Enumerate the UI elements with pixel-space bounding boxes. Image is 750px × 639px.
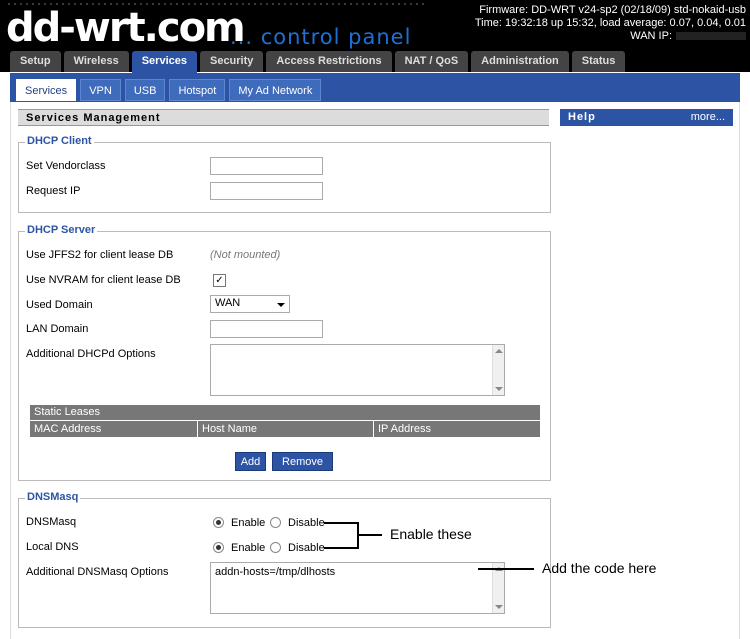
dnsmasq-legend: DNSMasq [25,491,81,503]
main-tabs: Setup Wireless Services Security Access … [10,51,626,73]
local-dns-disable-label: Disable [288,542,325,554]
subtab-vpn[interactable]: VPN [80,79,121,101]
jffs2-label: Use JFFS2 for client lease DB [26,249,174,261]
tab-wireless[interactable]: Wireless [63,51,129,72]
nvram-checkbox[interactable]: ✓ [213,274,226,287]
dnsmasq-options-textarea[interactable]: addn-hosts=/tmp/dlhosts [210,562,505,614]
callout-add-code: Add the code here [542,560,657,576]
callout-enable-these: Enable these [390,526,472,542]
dnsmasq-label: DNSMasq [26,516,77,528]
request-ip-input[interactable] [210,182,323,200]
subtab-usb[interactable]: USB [124,79,166,101]
textarea-scrollbar[interactable] [492,563,504,613]
tab-setup[interactable]: Setup [10,51,61,72]
uptime-text: Time: 19:32:18 up 15:32, load average: 0… [474,17,746,29]
subtab-hotspot[interactable]: Hotspot [169,79,226,101]
vendorclass-label: Set Vendorclass [26,160,106,172]
dnsmasq-options-value: addn-hosts=/tmp/dlhosts [215,566,336,578]
local-dns-disable-radio[interactable] [270,542,281,553]
tab-security[interactable]: Security [199,51,264,72]
subtabs: Services VPN USB Hotspot My Ad Network [16,79,322,101]
callout-pointer-enable [358,534,382,536]
textarea-scrollbar[interactable] [492,345,504,395]
vendorclass-input[interactable] [210,157,323,175]
used-domain-value: WAN [215,297,241,309]
wan-ip-label: WAN IP: [630,30,672,42]
lan-domain-label: LAN Domain [26,323,89,335]
nvram-label: Use NVRAM for client lease DB [26,274,181,286]
add-button[interactable]: Add [235,452,266,471]
column-ip-address: IP Address [374,421,540,437]
jffs2-note: (Not mounted) [210,249,281,261]
wan-ip-redacted [676,32,746,41]
request-ip-label: Request IP [26,185,81,197]
chevron-down-icon [277,303,285,307]
tab-access-restrictions[interactable]: Access Restrictions [266,51,392,72]
logo: dd-wrt.com [6,2,426,48]
help-more-link[interactable]: more... [691,109,725,126]
callout-bracket-bottom [324,547,358,549]
tab-administration[interactable]: Administration [471,51,569,72]
firmware-info: Firmware: DD-WRT v24-sp2 (02/18/09) std-… [475,4,746,43]
local-dns-enable-radio[interactable] [213,542,224,553]
dhcp-server-legend: DHCP Server [25,224,98,236]
control-panel-subtitle: ... control panel [230,25,412,49]
dnsmasq-disable-label: Disable [288,517,325,529]
local-dns-enable-label: Enable [231,542,266,554]
dnsmasq-enable-label: Enable [231,517,266,529]
subtab-services[interactable]: Services [16,79,77,101]
header: dd-wrt.com ... control panel Firmware: D… [0,0,750,73]
section-title: Services Management [18,109,549,126]
additional-dhcpd-textarea[interactable] [210,344,505,396]
tab-services[interactable]: Services [131,51,197,73]
additional-dhcpd-label: Additional DHCPd Options [26,348,156,360]
firmware-text: Firmware: DD-WRT v24-sp2 (02/18/09) std-… [479,4,746,16]
used-domain-select[interactable]: WAN [210,295,290,313]
subtab-my-ad-network[interactable]: My Ad Network [229,79,322,101]
remove-button[interactable]: Remove [272,452,333,471]
dhcp-client-legend: DHCP Client [25,135,94,147]
used-domain-label: Used Domain [26,299,93,311]
local-dns-label: Local DNS [26,541,79,553]
static-leases-columns: MAC Address Host Name IP Address [30,421,540,437]
dnsmasq-options-label: Additional DNSMasq Options [26,566,169,578]
help-title: Help [568,111,596,123]
dnsmasq-disable-radio[interactable] [270,517,281,528]
dnsmasq-enable-radio[interactable] [213,517,224,528]
help-box: Help more... [560,109,733,126]
tab-nat-qos[interactable]: NAT / QoS [394,51,469,72]
column-mac-address: MAC Address [30,421,198,437]
callout-pointer-code [478,568,534,570]
dhcp-client-fieldset: DHCP Client [18,135,551,213]
callout-bracket-top [324,522,358,524]
lan-domain-input[interactable] [210,320,323,338]
column-host-name: Host Name [198,421,374,437]
tab-status[interactable]: Status [571,51,626,72]
static-leases-header: Static Leases [30,405,540,420]
